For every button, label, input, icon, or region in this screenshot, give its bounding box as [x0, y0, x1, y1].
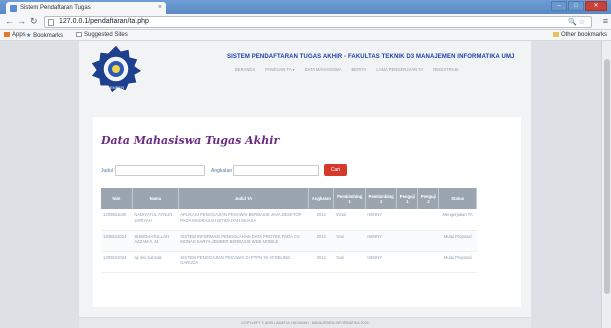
angkatan-input[interactable] — [233, 165, 319, 176]
apps-icon — [4, 32, 10, 37]
cell-penguji-1 — [396, 209, 418, 231]
cell-nama: NADIYATUL AYNUN JARIYAH — [132, 209, 179, 231]
star-icon[interactable]: 🔍☆ — [568, 18, 587, 26]
table-row[interactable]: 1200631030 NADIYATUL AYNUN JARIYAH APLIK… — [101, 209, 477, 231]
cell-pembimbing-1: Victor — [333, 209, 366, 231]
cell-pembimbing-2: HENNY — [365, 230, 397, 252]
scrollbar-thumb[interactable] — [604, 59, 610, 294]
bookmarks-bar: Apps ★ Bookmarks Suggested Sites Other b… — [0, 30, 611, 41]
site-title: SISTEM PENDAFTARAN TUGAS AKHIR - FAKULTA… — [227, 54, 515, 60]
browser-tab[interactable]: Sistem Pendaftaran Tugas × — [6, 2, 166, 14]
cell-nim: 1200631030 — [101, 209, 133, 231]
cell-nim: 1200631034 — [101, 251, 133, 273]
window-controls: – □ ✕ — [551, 1, 607, 11]
cell-status: Mengerjakan TA — [438, 209, 477, 231]
cell-status: Mulai Proposal — [438, 230, 477, 252]
table-row[interactable]: 1200631024 SHIBGHATULLAH AZZAM A. M. SIS… — [101, 230, 477, 252]
cell-pembimbing-1: Yani — [333, 230, 366, 252]
tab-close-icon[interactable]: × — [158, 4, 162, 11]
reload-icon[interactable]: ↻ — [30, 16, 38, 27]
nav-item-panduan-ta[interactable]: PANDUAN TA ▾ — [265, 67, 294, 72]
cell-angkatan: 2012 — [308, 230, 334, 252]
cell-penguji-2 — [417, 230, 439, 252]
maximize-icon[interactable]: □ — [568, 1, 584, 11]
col-pembimbing-2: Pembimbing 2 — [365, 188, 398, 209]
cell-judul-ta: SISTEM INFORMASI PENGOLAHAN DATA PROYEK … — [178, 230, 309, 252]
col-pembimbing-1: Pembimbing 1 — [333, 188, 366, 209]
cell-penguji-1 — [396, 230, 418, 252]
cari-button[interactable]: Cari — [324, 164, 347, 176]
footer-copyright: COPYLEFT © ANIS LAMATUL HASANAH - MANAJE… — [79, 317, 531, 328]
browser-toolbar: ← → ↻ 127.0.0.1/pendaftaran/ta.php 🔍☆ ≡ — [0, 14, 611, 30]
col-judul-ta: Judul TA — [178, 188, 310, 209]
address-bar[interactable]: 127.0.0.1/pendaftaran/ta.php 🔍☆ — [44, 16, 592, 28]
col-angkatan: Angkatan — [308, 188, 335, 209]
menu-icon[interactable]: ≡ — [603, 16, 608, 26]
forward-icon[interactable]: → — [17, 16, 26, 26]
table-header-row: Nim Nama Judul TA Angkatan Pembimbing 1 … — [101, 188, 477, 209]
cell-judul-ta: SISTEM PENGGAJIAN PEGAWAI DI PTPN XII AF… — [178, 251, 309, 273]
col-nim: Nim — [101, 188, 133, 209]
cell-pembimbing-2: HENNY — [365, 251, 397, 273]
col-penguji-1: Penguji 1 — [396, 188, 419, 209]
cell-pembimbing-1: Yani — [333, 251, 366, 273]
table-row[interactable]: 1200631034 aji dwi sukmalr SISTEM PENGGA… — [101, 251, 477, 273]
favicon-icon — [10, 5, 17, 12]
window-titlebar: Sistem Pendaftaran Tugas × – □ ✕ — [0, 0, 611, 14]
cell-angkatan: 2012 — [308, 251, 334, 273]
star-icon: ★ — [26, 33, 32, 39]
nav-item-data-mahasiswa[interactable]: DATA MAHASISWA — [305, 67, 342, 72]
cell-angkatan: 2012 — [308, 209, 334, 231]
site-header: JEMBER SISTEM PENDAFTARAN TUGAS AKHIR - … — [79, 41, 531, 99]
tab-title: Sistem Pendaftaran Tugas — [20, 5, 91, 11]
close-window-icon[interactable]: ✕ — [585, 1, 607, 11]
university-logo: JEMBER — [90, 44, 143, 94]
cell-nama: SHIBGHATULLAH AZZAM A. M. — [132, 230, 179, 252]
cell-nama: aji dwi sukmalr — [132, 251, 179, 273]
cell-penguji-2 — [417, 209, 439, 231]
url-text: 127.0.0.1/pendaftaran/ta.php — [59, 18, 149, 25]
bookmark-apps[interactable]: Apps — [4, 32, 26, 38]
judul-ta-input[interactable] — [115, 165, 205, 176]
page-container: JEMBER SISTEM PENDAFTARAN TUGAS AKHIR - … — [79, 41, 531, 317]
col-penguji-2: Penguji 2 — [417, 188, 440, 209]
cell-penguji-2 — [417, 251, 439, 273]
col-status: Status — [438, 188, 477, 209]
col-nama: Nama — [132, 188, 179, 209]
cell-pembimbing-2: HENNY — [365, 209, 397, 231]
page-viewport: JEMBER SISTEM PENDAFTARAN TUGAS AKHIR - … — [0, 41, 601, 328]
main-nav: BERANDA PANDUAN TA ▾ DATA MAHASISWA BERI… — [235, 67, 459, 72]
page-icon — [76, 32, 82, 37]
nav-item-beranda[interactable]: BERANDA — [235, 67, 255, 72]
nav-item-registrasi[interactable]: REGISTRASI — [433, 67, 458, 72]
folder-icon — [552, 32, 559, 37]
nav-item-berita[interactable]: BERITA — [352, 67, 367, 72]
page-title: Data Mahasiswa Tugas Akhir — [101, 134, 280, 147]
cell-nim: 1200631024 — [101, 230, 133, 252]
page-scrollbar[interactable] — [601, 41, 611, 328]
cell-penguji-1 — [396, 251, 418, 273]
minimize-icon[interactable]: – — [551, 1, 567, 11]
bookmark-other[interactable]: Other bookmarks — [552, 32, 607, 38]
back-icon[interactable]: ← — [5, 16, 14, 26]
nav-item-lama-pengerjaan[interactable]: LAMA PENGERJAAN TA — [376, 67, 423, 72]
mahasiswa-table: Nim Nama Judul TA Angkatan Pembimbing 1 … — [101, 188, 477, 273]
svg-text:JEMBER: JEMBER — [108, 85, 124, 90]
page-icon — [48, 19, 54, 26]
bookmark-bookmarks[interactable]: ★ Bookmarks — [26, 32, 63, 39]
cell-status: Mulai Proposal — [438, 251, 477, 273]
content-panel: Data Mahasiswa Tugas Akhir Judul TA Angk… — [93, 117, 521, 307]
bookmark-suggested-sites[interactable]: Suggested Sites — [76, 32, 128, 38]
angkatan-label: Angkatan — [211, 168, 233, 174]
cell-judul-ta: APLIKASI PENGGAJIAN PEGAWAI BERBASIS JAV… — [178, 209, 309, 231]
